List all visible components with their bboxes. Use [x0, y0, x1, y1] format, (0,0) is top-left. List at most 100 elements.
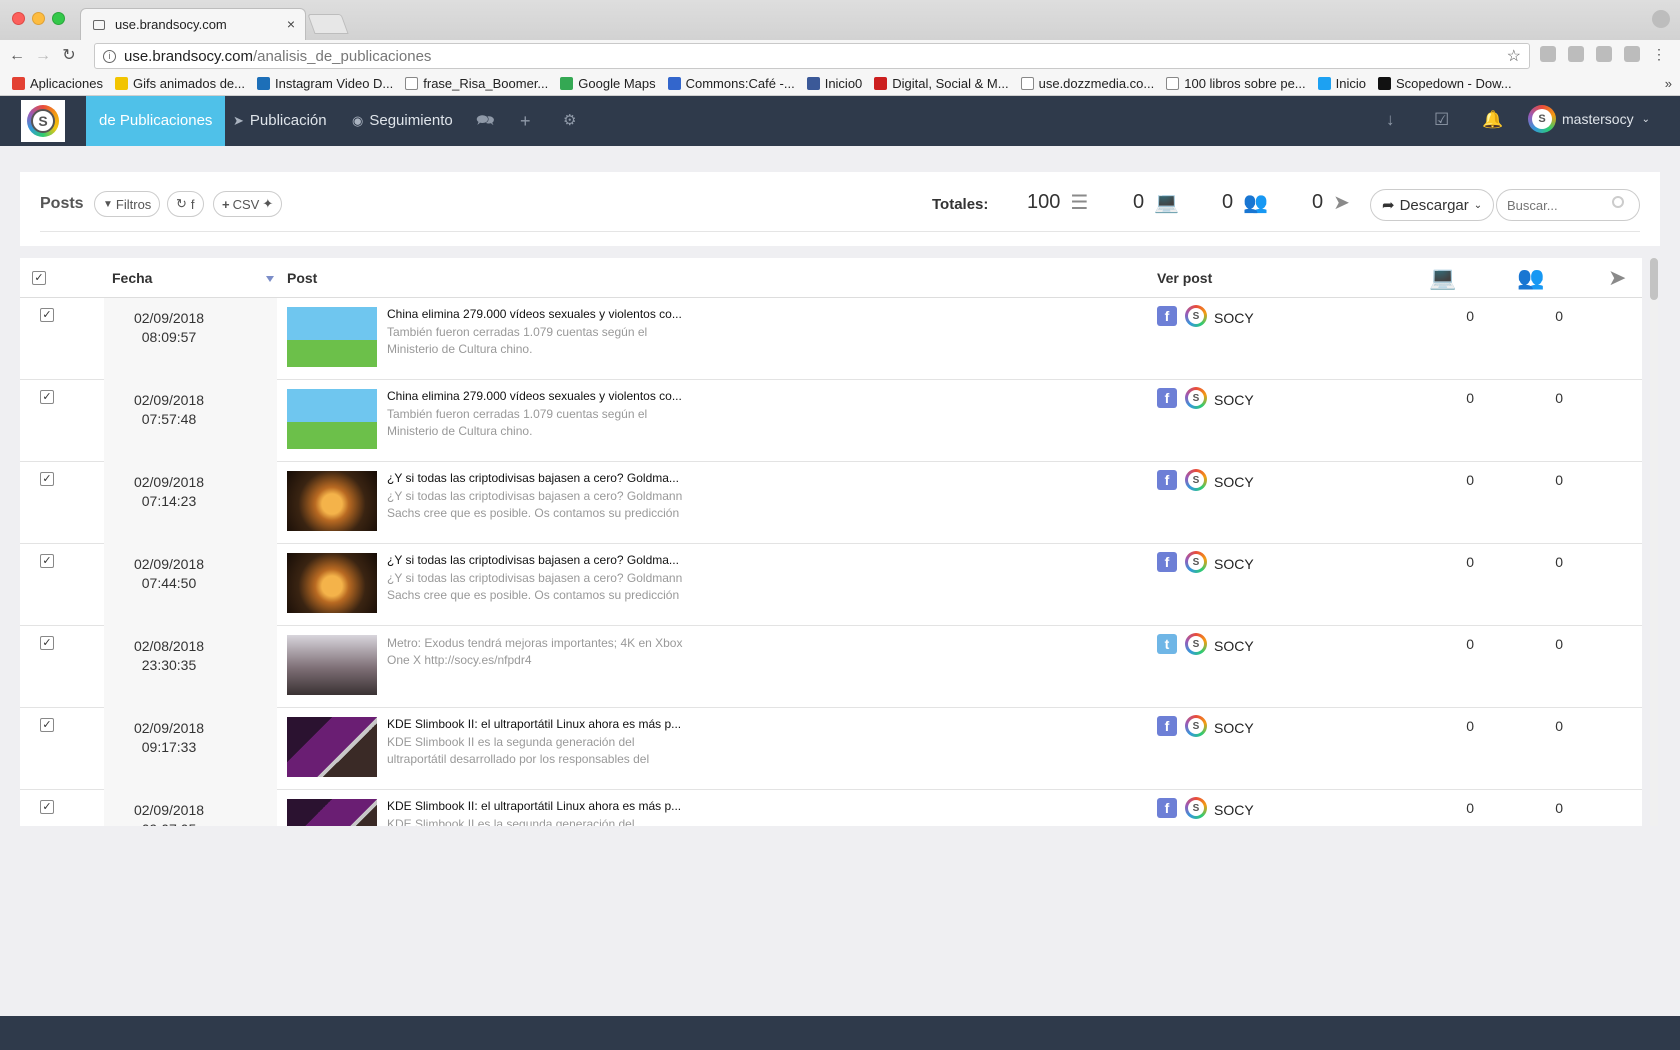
- bookmark-item[interactable]: Aplicaciones: [12, 76, 103, 91]
- post-thumbnail[interactable]: [287, 553, 377, 613]
- post-title[interactable]: ¿Y si todas las criptodivisas bajasen a …: [387, 553, 687, 567]
- row-checkbox[interactable]: ✓: [40, 390, 54, 404]
- table-row[interactable]: ✓ 02/09/2018 09:07:05 KDE Slimbook II: e…: [20, 790, 1642, 826]
- facebook-icon[interactable]: f: [1157, 306, 1177, 326]
- socy-account-label[interactable]: SOCY: [1214, 720, 1254, 736]
- socy-logo-icon[interactable]: S: [1185, 551, 1207, 573]
- bookmark-item[interactable]: Gifs animados de...: [115, 76, 245, 91]
- socy-logo-icon[interactable]: S: [1185, 305, 1207, 327]
- socy-logo-icon[interactable]: S: [1185, 387, 1207, 409]
- sort-caret-icon[interactable]: [266, 276, 274, 282]
- column-ver-post[interactable]: Ver post: [1157, 270, 1212, 286]
- menu-analisis-publicaciones[interactable]: de Publicaciones: [86, 96, 226, 146]
- socy-account-label[interactable]: SOCY: [1214, 556, 1254, 572]
- filters-button[interactable]: ▼ Filtros: [94, 191, 161, 217]
- tasks-icon[interactable]: ☑: [1434, 110, 1449, 130]
- gear-icon[interactable]: ⚙: [563, 96, 576, 146]
- post-thumbnail[interactable]: [287, 635, 377, 695]
- bookmarks-more-icon[interactable]: »: [1665, 76, 1672, 91]
- socy-logo-icon[interactable]: S: [1185, 797, 1207, 819]
- post-title[interactable]: KDE Slimbook II: el ultraportátil Linux …: [387, 717, 687, 731]
- close-tab-icon[interactable]: ×: [287, 16, 295, 32]
- socy-logo-icon[interactable]: S: [1185, 469, 1207, 491]
- row-checkbox[interactable]: ✓: [40, 472, 54, 486]
- table-row[interactable]: ✓ 02/09/2018 09:17:33 KDE Slimbook II: e…: [20, 708, 1642, 790]
- socy-account-label[interactable]: SOCY: [1214, 474, 1254, 490]
- bookmark-item[interactable]: Commons:Café -...: [667, 76, 795, 91]
- brandsocy-logo[interactable]: S: [21, 100, 65, 142]
- twitter-icon[interactable]: t: [1157, 634, 1177, 654]
- row-checkbox[interactable]: ✓: [40, 636, 54, 650]
- socy-account-label[interactable]: SOCY: [1214, 392, 1254, 408]
- bookmark-item[interactable]: Scopedown - Dow...: [1378, 76, 1512, 91]
- column-fecha[interactable]: Fecha: [112, 270, 152, 286]
- post-title[interactable]: KDE Slimbook II: el ultraportátil Linux …: [387, 799, 687, 813]
- facebook-icon[interactable]: f: [1157, 470, 1177, 490]
- forward-arrow-icon[interactable]: →: [32, 45, 54, 67]
- post-thumbnail[interactable]: [287, 307, 377, 367]
- post-thumbnail[interactable]: [287, 389, 377, 449]
- socy-account-label[interactable]: SOCY: [1214, 638, 1254, 654]
- table-scrollbar[interactable]: [1650, 258, 1658, 826]
- post-title[interactable]: China elimina 279.000 vídeos sexuales y …: [387, 389, 687, 403]
- maximize-window-button[interactable]: [52, 12, 65, 25]
- search-icon[interactable]: [1612, 196, 1624, 208]
- refresh-facebook-button[interactable]: ↻ f: [167, 191, 204, 217]
- close-window-button[interactable]: [12, 12, 25, 25]
- select-all-checkbox[interactable]: ✓: [32, 271, 46, 285]
- post-title[interactable]: China elimina 279.000 vídeos sexuales y …: [387, 307, 687, 321]
- row-checkbox[interactable]: ✓: [40, 308, 54, 322]
- new-tab-button[interactable]: [307, 14, 349, 34]
- address-bar[interactable]: i use.brandsocy.com/analisis_de_publicac…: [94, 43, 1530, 69]
- minimize-window-button[interactable]: [32, 12, 45, 25]
- bookmark-item[interactable]: 100 libros sobre pe...: [1166, 76, 1306, 91]
- socy-account-label[interactable]: SOCY: [1214, 802, 1254, 818]
- browser-profile-icon[interactable]: [1652, 10, 1670, 28]
- table-row[interactable]: ✓ 02/09/2018 07:57:48 China elimina 279.…: [20, 380, 1642, 462]
- laptop-icon[interactable]: 💻: [1429, 265, 1456, 291]
- socy-logo-icon[interactable]: S: [1185, 633, 1207, 655]
- browser-menu-icon[interactable]: ⋮: [1652, 46, 1666, 62]
- table-row[interactable]: ✓ 02/09/2018 07:14:23 ¿Y si todas las cr…: [20, 462, 1642, 544]
- row-checkbox[interactable]: ✓: [40, 718, 54, 732]
- table-row[interactable]: ✓ 02/09/2018 08:09:57 China elimina 279.…: [20, 298, 1642, 380]
- download-icon[interactable]: ↓: [1386, 110, 1395, 130]
- users-icon[interactable]: 👥: [1517, 265, 1544, 291]
- post-thumbnail[interactable]: [287, 799, 377, 826]
- bookmark-item[interactable]: Inicio0: [806, 76, 862, 91]
- drive-extension-icon[interactable]: [1540, 46, 1556, 62]
- back-arrow-icon[interactable]: ←: [6, 45, 28, 67]
- user-menu[interactable]: S mastersocy ⌄: [1528, 105, 1650, 133]
- csv-twitter-button[interactable]: + CSV ✦: [213, 191, 283, 217]
- facebook-icon[interactable]: f: [1157, 716, 1177, 736]
- bookmark-item[interactable]: Google Maps: [560, 76, 656, 91]
- bookmark-item[interactable]: Instagram Video D...: [257, 76, 393, 91]
- site-info-icon[interactable]: i: [103, 49, 116, 63]
- row-checkbox[interactable]: ✓: [40, 800, 54, 814]
- browser-tab-active[interactable]: use.brandsocy.com ×: [80, 8, 306, 40]
- chrome-extension-icon[interactable]: [1596, 46, 1612, 62]
- bookmark-item[interactable]: frase_Risa_Boomer...: [405, 76, 548, 91]
- menu-publicacion[interactable]: ➤ Publicación: [233, 96, 327, 146]
- socy-logo-icon[interactable]: S: [1185, 715, 1207, 737]
- cursor-icon[interactable]: ➤: [1608, 265, 1626, 291]
- post-thumbnail[interactable]: [287, 471, 377, 531]
- facebook-icon[interactable]: f: [1157, 798, 1177, 818]
- post-title[interactable]: ¿Y si todas las criptodivisas bajasen a …: [387, 471, 687, 485]
- screenshot-extension-icon[interactable]: [1624, 46, 1640, 62]
- bookmark-item[interactable]: Inicio: [1317, 76, 1366, 91]
- comments-icon[interactable]: 🗪: [476, 96, 495, 146]
- bookmark-item[interactable]: Digital, Social & M...: [874, 76, 1009, 91]
- reload-icon[interactable]: ↻: [58, 45, 80, 67]
- bookmark-star-icon[interactable]: ☆: [1507, 46, 1521, 66]
- facebook-icon[interactable]: f: [1157, 552, 1177, 572]
- table-scrollbar-thumb[interactable]: [1650, 258, 1658, 300]
- column-post[interactable]: Post: [287, 270, 317, 286]
- menu-seguimiento[interactable]: ◉ Seguimiento: [352, 96, 453, 146]
- socy-account-label[interactable]: SOCY: [1214, 310, 1254, 326]
- bell-icon[interactable]: 🔔: [1482, 110, 1503, 130]
- plus-icon[interactable]: +: [520, 96, 531, 146]
- post-thumbnail[interactable]: [287, 717, 377, 777]
- bookmark-item[interactable]: use.dozzmedia.co...: [1020, 76, 1154, 91]
- table-row[interactable]: ✓ 02/09/2018 07:44:50 ¿Y si todas las cr…: [20, 544, 1642, 626]
